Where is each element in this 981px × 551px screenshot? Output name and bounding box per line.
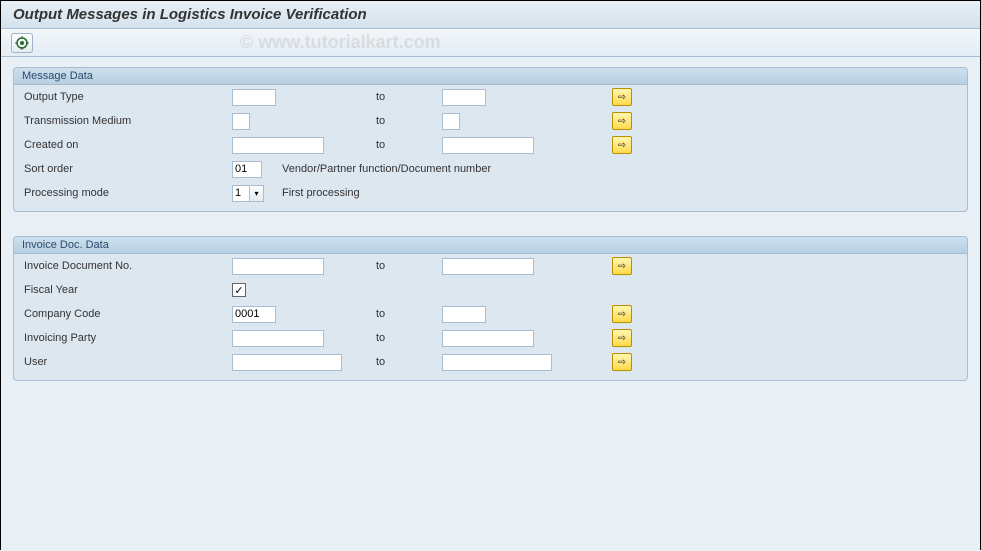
- message-data-group: Message Data Output Type to ⇨ Transmissi…: [13, 67, 968, 212]
- to-label: to: [372, 260, 442, 272]
- proc-mode-input[interactable]: [232, 185, 250, 202]
- check-icon: ✓: [234, 284, 243, 297]
- arrow-right-icon: ⇨: [618, 140, 626, 151]
- doc-no-from[interactable]: [232, 258, 324, 275]
- proc-mode-desc: First processing: [282, 187, 360, 199]
- title-bar: Output Messages in Logistics Invoice Ver…: [1, 1, 980, 29]
- output-type-from[interactable]: [232, 89, 276, 106]
- proc-mode-label: Processing mode: [22, 187, 232, 199]
- doc-no-multi-button[interactable]: ⇨: [612, 257, 632, 275]
- created-on-label: Created on: [22, 139, 232, 151]
- trans-medium-to[interactable]: [442, 113, 460, 130]
- company-code-label: Company Code: [22, 308, 232, 320]
- output-type-label: Output Type: [22, 91, 232, 103]
- arrow-right-icon: ⇨: [618, 357, 626, 368]
- created-on-to[interactable]: [442, 137, 534, 154]
- arrow-right-icon: ⇨: [618, 261, 626, 272]
- trans-medium-from[interactable]: [232, 113, 250, 130]
- execute-button[interactable]: [11, 33, 33, 53]
- fiscal-year-row: Fiscal Year ✓: [14, 278, 967, 302]
- inv-party-multi-button[interactable]: ⇨: [612, 329, 632, 347]
- invoice-data-title: Invoice Doc. Data: [14, 237, 967, 254]
- company-code-from[interactable]: [232, 306, 276, 323]
- to-label: to: [372, 139, 442, 151]
- sort-order-row: Sort order Vendor/Partner function/Docum…: [14, 157, 967, 181]
- output-type-to[interactable]: [442, 89, 486, 106]
- company-code-to[interactable]: [442, 306, 486, 323]
- user-row: User to ⇨: [14, 350, 967, 374]
- invoice-data-group: Invoice Doc. Data Invoice Document No. t…: [13, 236, 968, 381]
- to-label: to: [372, 356, 442, 368]
- inv-party-row: Invoicing Party to ⇨: [14, 326, 967, 350]
- output-type-row: Output Type to ⇨: [14, 85, 967, 109]
- trans-medium-multi-button[interactable]: ⇨: [612, 112, 632, 130]
- created-on-from[interactable]: [232, 137, 324, 154]
- sort-order-desc: Vendor/Partner function/Document number: [282, 163, 491, 175]
- inv-party-from[interactable]: [232, 330, 324, 347]
- page-title: Output Messages in Logistics Invoice Ver…: [13, 6, 367, 23]
- company-code-multi-button[interactable]: ⇨: [612, 305, 632, 323]
- arrow-right-icon: ⇨: [618, 309, 626, 320]
- trans-medium-label: Transmission Medium: [22, 115, 232, 127]
- user-to[interactable]: [442, 354, 552, 371]
- to-label: to: [372, 308, 442, 320]
- proc-mode-search-help[interactable]: ▾: [250, 185, 264, 202]
- doc-no-to[interactable]: [442, 258, 534, 275]
- main-area: Message Data Output Type to ⇨ Transmissi…: [1, 57, 980, 551]
- proc-mode-row: Processing mode ▾ First processing: [14, 181, 967, 205]
- to-label: to: [372, 91, 442, 103]
- toolbar: [1, 29, 980, 57]
- created-on-row: Created on to ⇨: [14, 133, 967, 157]
- output-type-multi-button[interactable]: ⇨: [612, 88, 632, 106]
- message-data-title: Message Data: [14, 68, 967, 85]
- trans-medium-row: Transmission Medium to ⇨: [14, 109, 967, 133]
- arrow-right-icon: ⇨: [618, 92, 626, 103]
- company-code-row: Company Code to ⇨: [14, 302, 967, 326]
- fiscal-year-checkbox[interactable]: ✓: [232, 283, 246, 297]
- sort-order-label: Sort order: [22, 163, 232, 175]
- user-from[interactable]: [232, 354, 342, 371]
- fiscal-year-label: Fiscal Year: [22, 284, 232, 296]
- created-on-multi-button[interactable]: ⇨: [612, 136, 632, 154]
- arrow-right-icon: ⇨: [618, 333, 626, 344]
- inv-party-label: Invoicing Party: [22, 332, 232, 344]
- sort-order-input[interactable]: [232, 161, 262, 178]
- doc-no-row: Invoice Document No. to ⇨: [14, 254, 967, 278]
- execute-icon: [15, 36, 29, 50]
- to-label: to: [372, 332, 442, 344]
- inv-party-to[interactable]: [442, 330, 534, 347]
- user-multi-button[interactable]: ⇨: [612, 353, 632, 371]
- to-label: to: [372, 115, 442, 127]
- doc-no-label: Invoice Document No.: [22, 260, 232, 272]
- arrow-right-icon: ⇨: [618, 116, 626, 127]
- user-label: User: [22, 356, 232, 368]
